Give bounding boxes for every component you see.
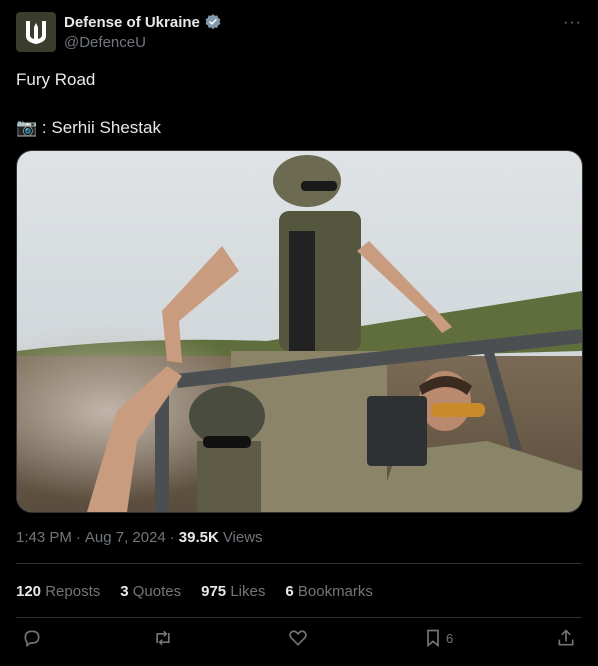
meta-separator: · <box>75 529 81 546</box>
bookmarks-label: Bookmarks <box>297 583 373 600</box>
reposts-count: 120 <box>16 583 42 600</box>
divider <box>16 617 582 618</box>
photo-credit: 📷 : Serhii Shestak <box>16 116 582 140</box>
bookmark-button[interactable]: 6 <box>424 628 453 648</box>
more-horizontal-icon[interactable]: ··· <box>563 14 582 32</box>
action-bar: 6 <box>0 628 598 656</box>
post-meta: 1:43 PM · Aug 7, 2024 · 39.5K Views <box>16 529 263 546</box>
bookmark-icon <box>427 629 439 648</box>
views-count: 39.5K <box>178 529 219 546</box>
post-text-line: Fury Road <box>16 70 96 89</box>
post-blank-line <box>16 92 582 116</box>
author-display-name[interactable]: Defense of Ukraine <box>64 14 200 31</box>
photo-credit-text: : Serhii Shestak <box>41 118 161 137</box>
reposts-stat[interactable]: 120 Reposts <box>16 583 100 600</box>
camera-emoji-icon: 📷 <box>16 118 38 137</box>
photo <box>17 151 582 512</box>
heart-icon <box>289 630 307 646</box>
likes-stat[interactable]: 975 Likes <box>201 583 265 600</box>
likes-label: Likes <box>230 583 266 600</box>
post-header: Defense of Ukraine @DefenceU ··· <box>16 12 582 56</box>
quotes-label: Quotes <box>132 583 182 600</box>
reposts-label: Reposts <box>45 583 101 600</box>
avatar[interactable] <box>16 12 56 52</box>
views-label: Views <box>222 529 263 546</box>
author-names: Defense of Ukraine @DefenceU <box>64 13 222 51</box>
engagement-stats: 120 Reposts 3 Quotes 975 Likes 6 Bookmar… <box>16 583 373 600</box>
quotes-count: 3 <box>120 583 129 600</box>
bookmarks-stat[interactable]: 6 Bookmarks <box>285 583 373 600</box>
post-image[interactable] <box>16 150 583 513</box>
share-button[interactable] <box>556 628 576 648</box>
post-date[interactable]: Aug 7, 2024 <box>85 529 166 546</box>
post-text: Fury Road 📷 : Serhii Shestak <box>16 68 582 140</box>
meta-separator: · <box>169 529 175 546</box>
post-time[interactable]: 1:43 PM <box>16 529 72 546</box>
like-button[interactable] <box>288 628 308 648</box>
trident-icon <box>26 21 46 44</box>
bookmarks-count: 6 <box>285 583 294 600</box>
repost-button[interactable] <box>152 628 174 648</box>
reply-icon <box>24 630 40 648</box>
bookmark-action-count: 6 <box>446 630 454 646</box>
reply-button[interactable] <box>22 628 42 648</box>
quotes-stat[interactable]: 3 Quotes <box>120 583 181 600</box>
likes-count: 975 <box>201 583 227 600</box>
divider <box>16 563 582 564</box>
verified-badge-icon <box>205 14 221 30</box>
share-icon <box>558 629 574 646</box>
repost-icon <box>156 630 170 646</box>
author-handle[interactable]: @DefenceU <box>64 34 222 51</box>
